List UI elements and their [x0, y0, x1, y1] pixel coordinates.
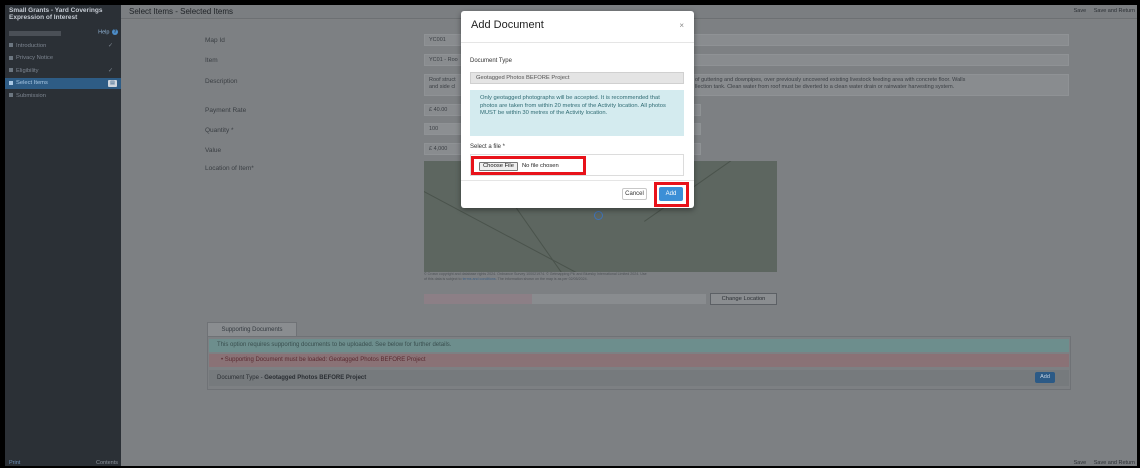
- sidebar-item-eligibility[interactable]: Eligibility ✓: [5, 66, 121, 77]
- choose-file-button[interactable]: Choose File: [479, 162, 518, 171]
- list-badge-icon: ▤: [108, 80, 117, 88]
- change-location-button[interactable]: Change Location: [710, 293, 777, 305]
- add-document-dialog: Add Document × Document Type Geotagged P…: [461, 11, 694, 208]
- bullet-icon: [9, 80, 13, 85]
- quantity-label: Quantity *: [205, 127, 234, 134]
- description-label: Description: [205, 78, 238, 85]
- item-label: Item: [205, 57, 218, 64]
- help-icon[interactable]: ?: [112, 29, 118, 35]
- page-title: Select Items - Selected Items: [129, 7, 234, 16]
- bullet-icon: [9, 93, 13, 98]
- error-alert: • Supporting Document must be loaded: Ge…: [209, 354, 1069, 367]
- contents-link[interactable]: Contents: [96, 460, 118, 466]
- sidebar: Small Grants - Yard Coverings Expression…: [5, 5, 121, 466]
- terms-link[interactable]: terms and conditions: [463, 277, 496, 281]
- sidebar-item-introduction[interactable]: Introduction ✓: [5, 41, 121, 52]
- dialog-title: Add Document: [471, 19, 544, 31]
- value-label: Value: [205, 147, 222, 154]
- file-input[interactable]: Choose File No file chosen: [470, 154, 684, 176]
- bullet-icon: [9, 68, 13, 73]
- bottom-bar: Save Save and Return: [121, 460, 1137, 466]
- location-label: Location of Item*: [205, 165, 254, 172]
- progress-bar: [9, 31, 61, 36]
- map-id-label: Map Id: [205, 37, 225, 44]
- tab-supporting-documents[interactable]: Supporting Documents: [207, 322, 297, 336]
- map-attribution: © Crown copyright and database rights 20…: [424, 272, 777, 281]
- payment-rate-label: Payment Rate: [205, 107, 247, 114]
- divider: [461, 180, 694, 181]
- save-and-return-button-bottom[interactable]: Save and Return: [1094, 460, 1135, 466]
- bullet-icon: [9, 43, 13, 48]
- location-marker-icon: [594, 211, 603, 220]
- no-file-text: No file chosen: [522, 163, 559, 169]
- sidebar-item-select-items[interactable]: Select Items ▤: [5, 78, 121, 90]
- top-actions: Save Save and Return: [1068, 8, 1135, 14]
- save-and-return-button[interactable]: Save and Return: [1094, 8, 1135, 14]
- add-document-button[interactable]: Add: [1035, 372, 1055, 383]
- form-title: Small Grants - Yard Coverings Expression…: [9, 7, 103, 21]
- check-icon: ✓: [107, 67, 113, 74]
- document-type-field: Geotagged Photos BEFORE Project: [470, 72, 684, 84]
- info-alert: This option requires supporting document…: [209, 339, 1069, 352]
- bottom-actions: Save Save and Return: [1068, 460, 1135, 466]
- sidebar-footer: Print Contents: [9, 460, 118, 466]
- cancel-button[interactable]: Cancel: [622, 188, 647, 200]
- sidebar-item-privacy-notice[interactable]: Privacy Notice: [5, 53, 121, 64]
- help-row: Help ?: [9, 29, 118, 39]
- photo-requirements-notice: Only geotagged photographs will be accep…: [470, 90, 684, 136]
- location-coordinates-field: [424, 294, 706, 304]
- select-file-label: Select a file *: [470, 144, 506, 150]
- sidebar-nav: Introduction ✓ Privacy Notice Eligibility…: [5, 41, 121, 103]
- check-icon: ✓: [107, 43, 113, 49]
- document-type-label: Document Type: [470, 58, 512, 64]
- document-type-row: Document Type - Geotagged Photos BEFORE …: [209, 370, 1069, 386]
- save-button-bottom[interactable]: Save: [1074, 460, 1087, 466]
- sidebar-item-submission[interactable]: Submission: [5, 91, 121, 102]
- add-button[interactable]: Add: [659, 187, 683, 201]
- save-button[interactable]: Save: [1074, 8, 1087, 14]
- close-icon[interactable]: ×: [679, 21, 684, 30]
- print-link[interactable]: Print: [9, 460, 20, 466]
- help-link[interactable]: Help: [98, 29, 109, 35]
- bullet-icon: [9, 55, 13, 60]
- divider: [461, 42, 694, 43]
- supporting-documents-panel: This option requires supporting document…: [207, 336, 1071, 390]
